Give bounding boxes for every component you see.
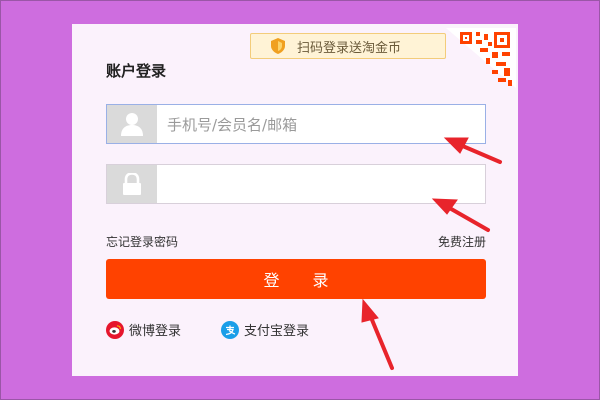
qr-promo-banner[interactable]: 扫码登录送淘金币 [250,33,446,59]
alipay-icon [221,320,239,339]
qr-code-icon[interactable] [446,28,516,92]
alipay-login-link[interactable]: 支付宝登录 [221,320,309,339]
page-title: 账户登录 [106,62,167,80]
weibo-login-link[interactable]: 微博登录 [106,320,181,339]
username-field [106,104,486,144]
weibo-login-label: 微博登录 [129,324,182,339]
forgot-password-link[interactable]: 忘记登录密码 [106,233,178,250]
password-input[interactable] [165,171,479,199]
qr-promo-text: 扫码登录送淘金币 [297,41,402,56]
login-button[interactable]: 登 录 [106,259,486,299]
form-links: 忘记登录密码 免费注册 [106,233,486,251]
username-input[interactable] [165,111,479,139]
password-field [106,164,486,204]
shield-icon [271,38,285,58]
user-icon [107,105,157,143]
alipay-login-label: 支付宝登录 [244,324,310,339]
register-link[interactable]: 免费注册 [438,233,486,250]
lock-icon [107,165,157,203]
weibo-icon [106,320,124,339]
